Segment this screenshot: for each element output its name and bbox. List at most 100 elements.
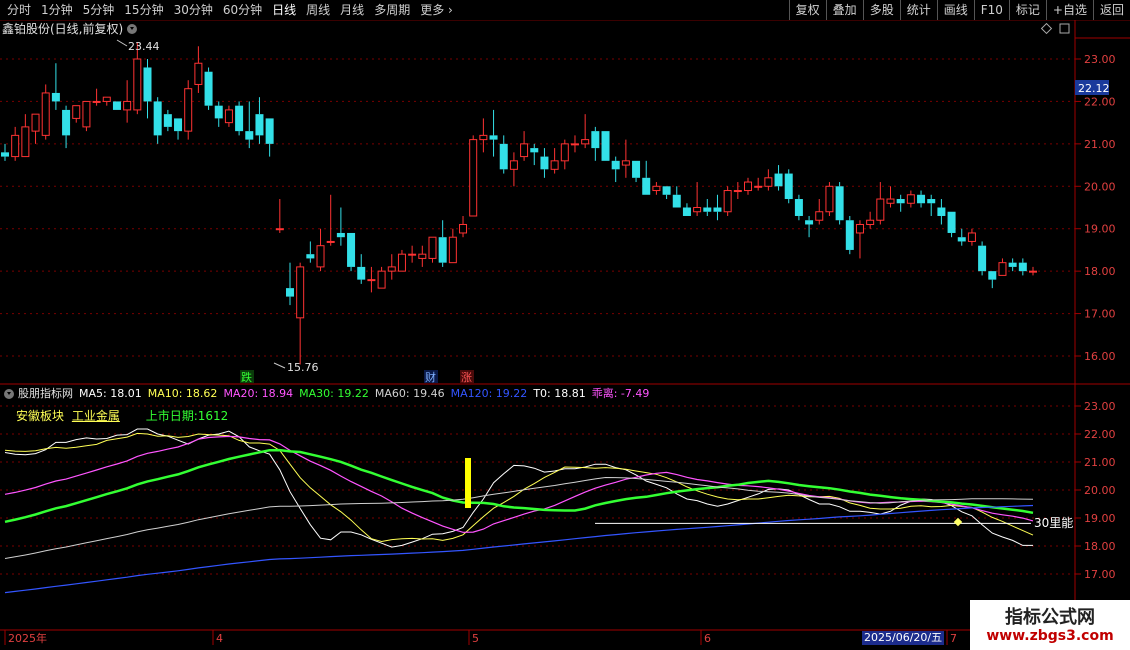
- marker-finance[interactable]: 财: [425, 370, 436, 384]
- main-tick-label-7: 16.00: [1084, 350, 1116, 363]
- candle-body-3: [31, 113, 40, 132]
- candle-body-40: [408, 253, 417, 256]
- candle-body-38: [387, 266, 396, 272]
- candle-body-30: [306, 254, 315, 259]
- candle-body-51: [520, 143, 529, 158]
- candle-21: [214, 101, 223, 127]
- time-label-3: 6: [704, 632, 711, 645]
- candle-body-4: [41, 92, 50, 136]
- candle-body-18: [184, 88, 193, 132]
- candle-body-57: [581, 139, 590, 145]
- candle-28: [285, 262, 294, 306]
- ma-legend-item-5: MA120: 19.22: [450, 387, 528, 400]
- candle-body-35: [357, 266, 366, 280]
- candle-body-72: [733, 190, 742, 193]
- candle-body-76: [774, 173, 783, 187]
- candle-78: [794, 194, 803, 221]
- maximize-icon[interactable]: [1059, 23, 1070, 34]
- ma-legend-item-0: MA5: 18.01: [79, 387, 142, 400]
- candle-body-60: [611, 160, 620, 170]
- candle-72: [733, 182, 742, 200]
- candle-body-52: [530, 148, 539, 153]
- chart-canvas: 23.00 22.00 21.00 20.00 19.00 18.00 17.00 16.00…: [0, 20, 1130, 650]
- main-tick-label-3: 20.00: [1084, 180, 1116, 193]
- candle-54: [550, 148, 559, 174]
- candle-70: [713, 194, 722, 221]
- indicator-legend: 股朋指标网 MA5: 18.01 MA10: 18.62 MA20: 18.94 MA…: [2, 386, 661, 402]
- candle-body-91: [927, 199, 936, 204]
- candle-64: [652, 182, 661, 195]
- candle-84: [855, 220, 864, 259]
- candle-40: [408, 245, 417, 263]
- candle-71: [723, 186, 732, 216]
- candle-24: [245, 101, 254, 149]
- candle-body-15: [153, 101, 162, 136]
- candle-body-73: [744, 181, 753, 192]
- candle-body-22: [224, 109, 233, 124]
- candle-85: [866, 211, 875, 229]
- candle-16: [163, 109, 172, 132]
- candle-body-101: [1029, 270, 1037, 273]
- candle-body-16: [163, 114, 172, 127]
- candle-87: [886, 186, 895, 208]
- candle-body-55: [560, 143, 569, 162]
- candle-body-84: [855, 223, 864, 234]
- candle-15: [153, 97, 162, 144]
- candle-97: [988, 271, 997, 289]
- candle-body-34: [347, 232, 356, 267]
- ma-legend-item-2: MA20: 18.94: [223, 387, 294, 400]
- candle-body-9: [92, 100, 101, 103]
- marker-rise[interactable]: 涨: [461, 371, 472, 384]
- candle-body-65: [662, 186, 671, 195]
- candle-body-53: [540, 156, 549, 170]
- candle-body-56: [570, 143, 579, 146]
- candle-43: [438, 220, 447, 267]
- candle-body-74: [754, 185, 763, 188]
- candle-body-98: [998, 262, 1007, 276]
- candle-12: [123, 80, 132, 123]
- indicator-dropdown-icon[interactable]: [4, 389, 14, 399]
- time-axis: 2025年 4 5 6 7: [4, 630, 957, 645]
- candle-body-32: [326, 240, 335, 243]
- candle-body-27: [275, 228, 284, 231]
- candlestick-series: [1, 42, 1037, 365]
- candle-10: [102, 96, 111, 106]
- candle-body-97: [988, 271, 997, 280]
- candle-body-43: [438, 237, 447, 263]
- candle-9: [92, 88, 101, 106]
- sector-region: 安徽板块: [16, 409, 65, 423]
- low-pointer: [273, 362, 286, 369]
- candle-91: [927, 194, 936, 216]
- candle-body-93: [947, 211, 956, 233]
- candle-63: [642, 160, 651, 195]
- candle-66: [672, 186, 681, 208]
- diamond-icon[interactable]: [1040, 22, 1053, 35]
- candle-79: [805, 215, 814, 238]
- candle-101: [1029, 266, 1037, 276]
- candle-body-62: [632, 160, 641, 178]
- price-axis: 23.00 22.00 21.00 20.00 19.00 18.00 17.00 16.00…: [1075, 53, 1116, 581]
- candle-body-81: [825, 185, 834, 213]
- candle-18: [184, 80, 193, 140]
- candle-body-86: [876, 198, 885, 221]
- candle-11: [112, 101, 121, 110]
- candle-30: [306, 241, 315, 263]
- ma10-line: [4, 432, 1034, 543]
- candle-body-24: [245, 131, 254, 140]
- candle-body-64: [652, 185, 661, 192]
- candle-51: [520, 131, 529, 161]
- candle-body-12: [123, 100, 132, 111]
- marker-fall[interactable]: 跌: [241, 370, 252, 384]
- candle-14: [143, 59, 152, 119]
- candle-body-45: [459, 223, 468, 234]
- candle-body-89: [906, 194, 915, 204]
- candle-body-29: [296, 266, 305, 319]
- listing-days: 上市日期:1612: [145, 409, 229, 423]
- ma-legend-item-1: MA10: 18.62: [147, 387, 218, 400]
- main-tick-label-6: 17.00: [1084, 308, 1116, 321]
- candle-0: [1, 143, 9, 161]
- candle-body-78: [794, 199, 803, 216]
- candle-27: [275, 199, 284, 233]
- candle-82: [835, 182, 844, 225]
- sector-industry[interactable]: 工业金属: [72, 409, 120, 423]
